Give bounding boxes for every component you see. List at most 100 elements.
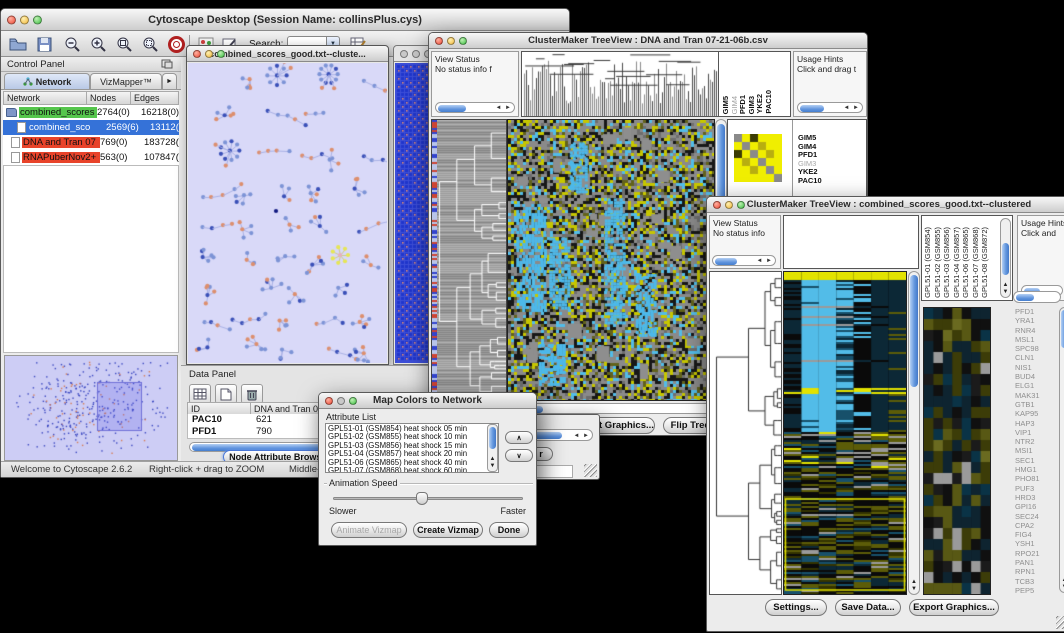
zoom-icon[interactable]	[459, 37, 467, 45]
network-list-row[interactable]: RNAPuberNov2+ 563(0) 107847(0)	[3, 150, 179, 165]
gene-label[interactable]: GPI16	[1015, 502, 1057, 511]
gene-label[interactable]: PEP5	[1015, 586, 1057, 593]
treeview1-titlebar[interactable]: ClusterMaker TreeView : DNA and Tran 07-…	[429, 33, 867, 49]
gene-label[interactable]: PHO81	[1015, 474, 1057, 483]
main-titlebar[interactable]: Cytoscape Desktop (Session Name: collins…	[1, 9, 569, 31]
minimize-icon[interactable]	[447, 37, 455, 45]
minimize-icon[interactable]	[412, 50, 420, 58]
column-dendrogram-canvas[interactable]	[522, 52, 718, 116]
network-list-row[interactable]: DNA and Tran 07 769(0) 183728(0)	[3, 135, 179, 150]
network-overview-panel[interactable]	[4, 355, 178, 461]
gene-label[interactable]: HMG1	[1015, 465, 1057, 474]
gene-label[interactable]: RNR4	[1015, 326, 1057, 335]
usage-hints-scrollbar[interactable]: ◄ ►	[797, 102, 863, 113]
map-colors-titlebar[interactable]: Map Colors to Network	[319, 393, 536, 409]
treeview2-window-controls[interactable]	[713, 201, 745, 209]
close-icon[interactable]	[193, 50, 201, 58]
column-label[interactable]: GPL51-07 (GSM868)	[972, 227, 980, 298]
network-list-row[interactable]: combined_scores 2764(0) 16218(0)	[3, 105, 179, 120]
gene-label[interactable]: VIP1	[1015, 428, 1057, 437]
attribute-list-vscrollbar[interactable]: ▲▼	[487, 424, 498, 472]
zoom-in-icon[interactable]	[87, 34, 109, 54]
gene-labels-hscrollbar[interactable]	[1013, 291, 1061, 303]
network-view-window[interactable]: combined_scores_good.txt--cluste...	[186, 45, 389, 365]
zoom-fit-icon[interactable]	[113, 34, 135, 54]
heatmap-canvas[interactable]	[784, 272, 906, 594]
map-colors-window-controls[interactable]	[325, 397, 357, 405]
tab-vizmapper[interactable]: VizMapper™	[90, 73, 162, 89]
col-network[interactable]: Network	[3, 91, 87, 105]
minimize-icon[interactable]	[725, 201, 733, 209]
tab-overflow-button[interactable]: ►	[162, 73, 177, 89]
column-labels-vscrollbar[interactable]: ▲▼	[1000, 218, 1011, 298]
gene-label[interactable]: RPO21	[1015, 549, 1057, 558]
zoom-icon[interactable]	[217, 50, 225, 58]
gene-label[interactable]: NTR2	[1015, 437, 1057, 446]
gene-label[interactable]: CPA2	[1015, 521, 1057, 530]
open-folder-icon[interactable]	[7, 34, 29, 54]
zoom-icon[interactable]	[33, 15, 42, 24]
row-dendrogram-canvas[interactable]	[710, 272, 781, 594]
treeview1-heatmap[interactable]	[507, 119, 715, 401]
zoom-selected-icon[interactable]	[139, 34, 161, 54]
gene-label[interactable]: SPC98	[1015, 344, 1057, 353]
gene-label[interactable]: BUD4	[1015, 372, 1057, 381]
gene-label[interactable]: YRA1	[1015, 316, 1057, 325]
gene-label[interactable]: MAK31	[1015, 391, 1057, 400]
gene-label[interactable]: RPN1	[1015, 567, 1057, 576]
network-canvas[interactable]	[188, 63, 387, 363]
close-icon[interactable]	[435, 37, 443, 45]
column-label[interactable]: GPL51-04 (GSM857)	[953, 227, 961, 298]
gene-labels-vscrollbar[interactable]: ▲▼	[1059, 307, 1064, 593]
scrollbar-arrows[interactable]: ◄ ►	[495, 105, 512, 111]
gene-label[interactable]: YSH1	[1015, 539, 1057, 548]
scrollbar-thumb[interactable]	[1016, 294, 1034, 301]
column-label[interactable]: GPL51-01 (GSM854)	[924, 227, 932, 298]
attribute-list-item[interactable]: GPL51-07 (GSM868) heat shock 60 min	[328, 467, 496, 473]
scrollbar-arrows[interactable]: ▲▼	[909, 579, 919, 593]
map-colors-dialog[interactable]: Map Colors to Network Attribute List GPL…	[318, 392, 537, 546]
scrollbar-thumb[interactable]	[1002, 243, 1009, 275]
column-label[interactable]: GIM3	[748, 96, 756, 114]
zoom-heatmap-canvas[interactable]	[924, 308, 990, 594]
network-view-titlebar[interactable]: combined_scores_good.txt--cluste...	[187, 46, 388, 62]
treeview2-titlebar[interactable]: ClusterMaker TreeView : combined_scores_…	[707, 197, 1064, 213]
animation-speed-slider-thumb[interactable]	[416, 492, 428, 505]
column-label[interactable]: GIM4	[731, 96, 739, 114]
window-controls[interactable]	[7, 15, 42, 24]
gene-label[interactable]: NIS1	[1015, 363, 1057, 372]
gene-label[interactable]: PAC10	[798, 177, 822, 186]
move-up-button[interactable]: ∧	[505, 431, 533, 444]
save-icon[interactable]	[33, 34, 55, 54]
zoom-out-icon[interactable]	[61, 34, 83, 54]
zoom-icon[interactable]	[349, 397, 357, 405]
network-view-window-controls[interactable]	[193, 50, 225, 58]
treeview1-column-dendrogram[interactable]	[521, 51, 719, 117]
column-label[interactable]: PAC10	[765, 90, 773, 114]
move-down-button[interactable]: ∨	[505, 449, 533, 462]
col-nodes[interactable]: Nodes	[87, 91, 131, 105]
gene-label[interactable]: SEC1	[1015, 456, 1057, 465]
gene-label[interactable]: SEC24	[1015, 512, 1057, 521]
scrollbar-thumb[interactable]	[438, 105, 466, 112]
minimize-icon[interactable]	[20, 15, 29, 24]
column-label[interactable]: GPL51-06 (GSM865)	[962, 227, 970, 298]
gene-label[interactable]: ELG1	[1015, 381, 1057, 390]
column-label[interactable]: GPL51-02 (GSM855)	[934, 227, 942, 298]
new-attribute-icon[interactable]	[215, 384, 237, 404]
view-status-scrollbar[interactable]: ◄ ►	[712, 255, 776, 266]
obscured-scrollbar[interactable]: ◄ ►	[529, 429, 593, 441]
done-button[interactable]: Done	[489, 522, 529, 538]
animate-vizmap-button[interactable]: Animate Vizmap	[331, 522, 407, 538]
gene-label[interactable]: CLN1	[1015, 353, 1057, 362]
delete-attribute-trash-icon[interactable]	[241, 384, 263, 404]
minimize-icon[interactable]	[205, 50, 213, 58]
zoom-icon[interactable]	[737, 201, 745, 209]
tab-network[interactable]: Network	[4, 73, 90, 89]
gene-label[interactable]: TCB3	[1015, 577, 1057, 586]
scrollbar-thumb[interactable]	[715, 258, 737, 265]
gene-label[interactable]: PAN1	[1015, 558, 1057, 567]
select-attributes-icon[interactable]	[189, 384, 211, 404]
scrollbar-arrows[interactable]: ◄ ►	[573, 433, 590, 439]
settings-button[interactable]: Settings...	[765, 599, 827, 616]
